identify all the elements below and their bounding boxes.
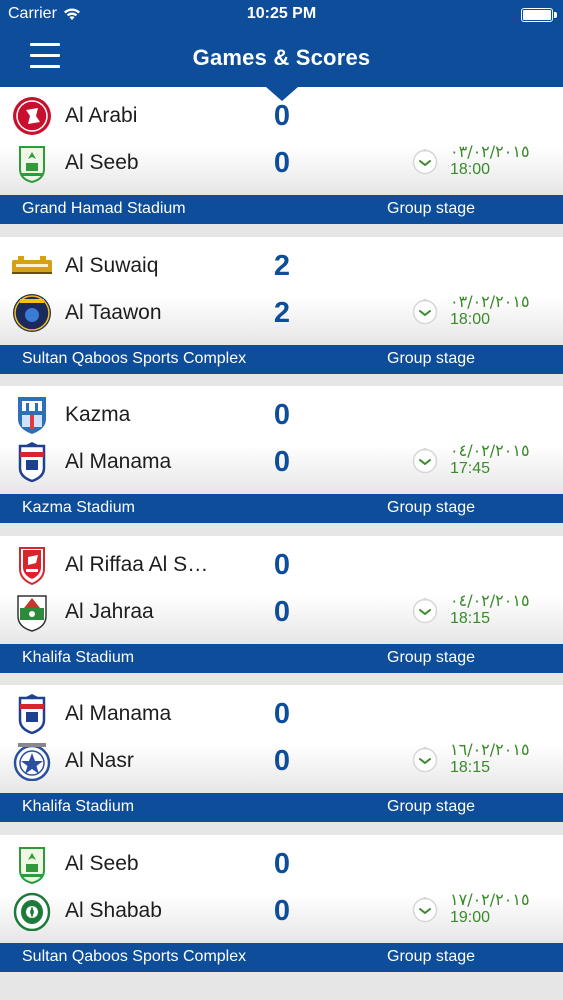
away-team-name: Al Taawon xyxy=(65,300,162,324)
match-card[interactable]: Al Arabi 0 Al Seeb 0 ٠٣/٠٢/٢٠١٥ 18:00 Gr… xyxy=(0,87,563,237)
clock-icon xyxy=(412,298,438,325)
home-team-row: Al Manama 0 xyxy=(0,691,563,738)
home-team-name: Kazma xyxy=(65,403,131,426)
al-seeb-logo xyxy=(10,143,54,184)
away-team-name: Al Seeb xyxy=(65,151,139,174)
stadium-name: Grand Hamad Stadium xyxy=(22,200,186,217)
match-card[interactable]: Al Manama 0 Al Nasr 0 ١٦/٠٢/٢٠١٥ 18:15 K… xyxy=(0,685,563,835)
match-date: ١٧/٠٢/٢٠١٥ xyxy=(450,889,530,909)
venue-bar: Khalifa Stadium Group stage xyxy=(0,643,563,673)
match-date: ١٦/٠٢/٢٠١٥ xyxy=(450,740,530,759)
al-taawon-logo xyxy=(10,293,54,333)
clock-icon xyxy=(412,597,438,624)
match-card-body: Al Riffaa Al Shamali 0 Al Jahraa 0 ٠٤/٠٢… xyxy=(0,535,563,644)
away-team-score: 0 xyxy=(273,894,291,927)
away-team-name: Al Nasr xyxy=(65,749,134,772)
al-seeb-logo xyxy=(10,844,54,884)
match-time: 17:45 xyxy=(450,460,491,477)
home-team-score: 0 xyxy=(273,698,291,730)
clock-icon xyxy=(412,149,438,175)
al-manama-logo xyxy=(10,442,54,483)
home-team-score: 0 xyxy=(273,548,291,581)
match-stage: Group stage xyxy=(387,200,476,217)
stadium-name: Khalifa Stadium xyxy=(22,648,135,666)
match-time: 18:00 xyxy=(450,310,491,328)
al-shabab-logo xyxy=(10,891,54,931)
match-list: Al Arabi 0 Al Seeb 0 ٠٣/٠٢/٢٠١٥ 18:00 Gr… xyxy=(0,87,563,984)
match-stage: Group stage xyxy=(387,648,476,666)
match-card-body: Al Suwaiq 2 Al Taawon 2 ٠٣/٠٢/٢٠١٥ 18:00 xyxy=(0,236,563,345)
stadium-name: Khalifa Stadium xyxy=(22,798,135,815)
al-manama-logo xyxy=(10,694,54,735)
home-team-score: 0 xyxy=(273,847,291,880)
al-jahraa-logo xyxy=(10,592,54,632)
page-title: Games & Scores xyxy=(192,45,371,70)
match-card-body: Al Manama 0 Al Nasr 0 ١٦/٠٢/٢٠١٥ 18:15 xyxy=(0,685,563,793)
home-team-name: Al Suwaiq xyxy=(65,253,159,277)
away-team-score: 0 xyxy=(273,446,291,478)
stadium-name: Sultan Qaboos Sports Complex xyxy=(22,947,247,965)
clock-icon xyxy=(412,448,438,474)
home-team-score: 2 xyxy=(273,249,291,282)
stadium-name: Kazma Stadium xyxy=(22,499,135,516)
match-card-body: Al Seeb 0 Al Shabab 0 ١٧/٠٢/٢٠١٥ 19:00 xyxy=(0,834,563,943)
selection-pointer-icon xyxy=(266,87,298,101)
match-stage: Group stage xyxy=(387,499,476,516)
kazma-logo xyxy=(10,395,54,435)
match-date: ٠٣/٠٢/٢٠١٥ xyxy=(450,142,530,161)
venue-bar: Kazma Stadium Group stage xyxy=(0,494,563,523)
match-date: ٠٤/٠٢/٢٠١٥ xyxy=(450,441,530,460)
al-nasr-logo xyxy=(10,741,54,782)
away-team-score: 0 xyxy=(273,595,291,628)
battery-icon xyxy=(521,8,557,22)
away-team-score: 0 xyxy=(273,147,291,179)
match-stage: Group stage xyxy=(387,349,476,367)
match-stage: Group stage xyxy=(387,947,476,965)
al-riffaa-logo xyxy=(10,545,54,585)
match-date: ٠٣/٠٢/٢٠١٥ xyxy=(450,291,530,311)
match-card[interactable]: Kazma 0 Al Manama 0 ٠٤/٠٢/٢٠١٥ 17:45 Kaz… xyxy=(0,386,563,536)
home-team-name: Al Seeb xyxy=(65,851,139,875)
status-time: 10:25 PM xyxy=(246,5,317,22)
away-team-name: Al Shabab xyxy=(65,898,162,922)
match-time: 18:15 xyxy=(450,609,491,627)
venue-bar: Sultan Qaboos Sports Complex Group stage xyxy=(0,942,563,972)
match-time: 18:15 xyxy=(450,759,491,776)
match-card[interactable]: Al Seeb 0 Al Shabab 0 ١٧/٠٢/٢٠١٥ 19:00 S… xyxy=(0,834,563,985)
al-suwaiq-logo xyxy=(10,246,54,286)
home-team-row: Al Riffaa Al Shamali 0 xyxy=(0,542,563,589)
home-team-row: Al Seeb 0 xyxy=(0,841,563,888)
match-card-body: Kazma 0 Al Manama 0 ٠٤/٠٢/٢٠١٥ 17:45 xyxy=(0,386,563,494)
al-arabi-logo xyxy=(10,96,54,136)
away-team-name: Al Manama xyxy=(65,450,172,473)
home-team-row: Al Suwaiq 2 xyxy=(0,243,563,290)
away-team-score: 0 xyxy=(273,745,291,777)
home-team-score: 0 xyxy=(273,399,291,431)
venue-bar: Sultan Qaboos Sports Complex Group stage xyxy=(0,344,563,374)
home-team-row: Kazma 0 xyxy=(0,392,563,439)
match-card[interactable]: Al Riffaa Al Shamali 0 Al Jahraa 0 ٠٤/٠٢… xyxy=(0,535,563,686)
clock-icon xyxy=(412,747,438,773)
home-team-name: Al Riffaa Al Shamali xyxy=(65,552,215,576)
match-card[interactable]: Al Suwaiq 2 Al Taawon 2 ٠٣/٠٢/٢٠١٥ 18:00… xyxy=(0,236,563,387)
home-team-name: Al Arabi xyxy=(65,104,138,127)
status-bar: Carrier 10:25 PM xyxy=(0,0,563,30)
clock-icon xyxy=(412,896,438,923)
match-stage: Group stage xyxy=(387,798,476,815)
venue-bar: Khalifa Stadium Group stage xyxy=(0,793,563,822)
stadium-name: Sultan Qaboos Sports Complex xyxy=(22,349,247,367)
match-time: 18:00 xyxy=(450,161,491,178)
home-team-score: 0 xyxy=(273,100,291,132)
match-date: ٠٤/٠٢/٢٠١٥ xyxy=(450,590,530,610)
home-team-name: Al Manama xyxy=(65,702,172,725)
venue-bar: Grand Hamad Stadium Group stage xyxy=(0,195,563,224)
match-card-body: Al Arabi 0 Al Seeb 0 ٠٣/٠٢/٢٠١٥ 18:00 xyxy=(0,87,563,195)
away-team-name: Al Jahraa xyxy=(65,599,154,623)
match-time: 19:00 xyxy=(450,908,491,926)
away-team-score: 2 xyxy=(273,296,291,329)
nav-bar: Games & Scores xyxy=(0,30,563,87)
